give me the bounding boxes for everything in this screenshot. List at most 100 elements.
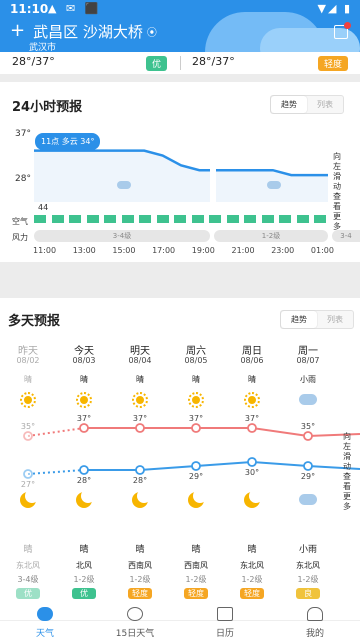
hourly-view-toggle[interactable]: 趋势 列表 (270, 95, 344, 114)
night-weather: 晴 (191, 545, 201, 555)
wind-direction: 东北风 (296, 561, 320, 570)
aqi-bar (139, 215, 151, 223)
sun-15-icon (127, 607, 143, 621)
add-city-icon[interactable]: + (10, 22, 25, 40)
low-temp-segment (195, 461, 253, 467)
multiday-toggle-list[interactable]: 列表 (317, 311, 353, 328)
day-date: 08/03 (72, 356, 96, 365)
aqi-bar (296, 215, 309, 223)
day-weather: 晴 (136, 375, 144, 384)
hourly-day-separator (213, 142, 216, 202)
day-name: 昨天 (18, 346, 38, 357)
high-temp-label: 37° (77, 414, 91, 423)
low-temp-point (247, 457, 257, 467)
hourly-day-separator (210, 142, 213, 202)
low-temp-point (23, 469, 33, 479)
hour-label: 23:00 (271, 246, 295, 255)
aqi-bar (121, 215, 134, 223)
partly-cloudy-night-icon (267, 181, 281, 189)
nav-calendar-label: 日历 (215, 629, 234, 639)
high-temp-label: 37° (133, 414, 147, 423)
multiday-title: 多天预报 (8, 314, 61, 329)
low-temp-label: 27° (21, 480, 35, 489)
high-temp-point (79, 423, 89, 433)
high-temp-tail (307, 433, 360, 437)
low-temp-segment (27, 469, 85, 475)
aqi-badge: 良 (296, 588, 320, 599)
hour-label: 15:00 (112, 246, 136, 255)
hourly-aqi-value: 44 (38, 203, 49, 212)
aqi-badge: 轻度 (128, 588, 152, 599)
aqi-badge: 优 (72, 588, 96, 599)
hourly-temp-area (34, 150, 328, 202)
multiday-view-toggle[interactable]: 趋势 列表 (280, 310, 354, 329)
location[interactable]: + 武昌区 沙湖大桥 ⦿ (10, 20, 157, 42)
hourly-tooltip: 11点 多云 34° (35, 133, 101, 150)
today-tomorrow-strip: 28°/37° 优 28°/37° 轻度 (0, 52, 360, 74)
high-temp-label: 37° (189, 414, 203, 423)
low-temp-label: 28° (77, 476, 91, 485)
aqi-bar (314, 215, 326, 223)
aqi-bar (69, 215, 81, 223)
aqi-badge: 优 (16, 588, 40, 599)
hourly-title: 24小时预报 (12, 100, 83, 115)
nav-weather-label: 天气 (35, 629, 54, 639)
nav-calendar[interactable]: 日历 (180, 607, 270, 640)
nav-15day[interactable]: 15日天气 (90, 607, 180, 640)
wind-direction: 西南风 (128, 561, 152, 570)
sun-icon (244, 392, 260, 408)
low-temp-segment (139, 465, 197, 471)
day-name: 周六 (186, 346, 206, 357)
high-temp-point (191, 423, 201, 433)
wind-pill-2: 1-2级 (214, 230, 328, 242)
city-name: 武昌区 沙湖大桥 (33, 22, 143, 41)
low-temp-point (79, 465, 89, 475)
night-weather: 晴 (135, 545, 145, 555)
day-weather: 晴 (192, 375, 200, 384)
sun-icon (76, 392, 92, 408)
hour-label: 11:00 (33, 246, 57, 255)
sun-icon (188, 392, 204, 408)
low-temp-segment (251, 461, 309, 467)
day-weather: 小雨 (300, 375, 316, 384)
day-name: 周日 (242, 346, 262, 357)
nav-profile[interactable]: 我的 (270, 607, 360, 640)
aqi-bar (191, 215, 204, 223)
high-temp-segment (27, 427, 85, 437)
share-icon[interactable] (334, 22, 351, 39)
weather-app: 11:10 ▲ ✉ ⬛ ▼◢ ▮ + 武昌区 沙湖大桥 ⦿ 武汉市 28°/37… (0, 0, 360, 640)
high-temp-point (135, 423, 145, 433)
aqi-badge: 轻度 (240, 588, 264, 599)
day-weather: 晴 (248, 375, 256, 384)
wind-pill-1: 3-4级 (34, 230, 210, 242)
aqi-bar (174, 215, 186, 223)
location-pin-icon: ⦿ (146, 27, 157, 39)
hour-label: 13:00 (72, 246, 96, 255)
day-date: 08/04 (128, 356, 152, 365)
header: 11:10 ▲ ✉ ⬛ ▼◢ ▮ + 武昌区 沙湖大桥 ⦿ 武汉市 (0, 0, 360, 52)
sun-icon (20, 392, 36, 408)
low-temp-label: 30° (245, 468, 259, 477)
aqi-bar (34, 215, 46, 223)
high-temp-label: 35° (21, 422, 35, 431)
high-temp-point (247, 423, 257, 433)
hourly-toggle-trend[interactable]: 趋势 (271, 96, 307, 113)
low-temp-point (191, 461, 201, 471)
high-temp-point (303, 431, 313, 441)
wind-level: 1-2级 (297, 575, 319, 584)
high-temp-label: 35° (301, 422, 315, 431)
wind-direction: 西南风 (184, 561, 208, 570)
wind-level: 1-2级 (129, 575, 151, 584)
cloud-icon (299, 394, 317, 405)
hourly-forecast-card: 24小时预报 趋势 列表 37° 28° 11点 多云 34° 44 空气 风力… (0, 82, 360, 262)
multiday-toggle-trend[interactable]: 趋势 (281, 311, 317, 328)
day-date: 08/07 (296, 356, 320, 365)
weather-icon (37, 607, 53, 621)
low-temp-point (135, 465, 145, 475)
wind-direction: 东北风 (240, 561, 264, 570)
nav-weather[interactable]: 天气 (0, 607, 90, 640)
hourly-toggle-list[interactable]: 列表 (307, 96, 343, 113)
aqi-bar (104, 215, 116, 223)
night-weather: 晴 (247, 545, 257, 555)
strip-divider (180, 56, 181, 70)
